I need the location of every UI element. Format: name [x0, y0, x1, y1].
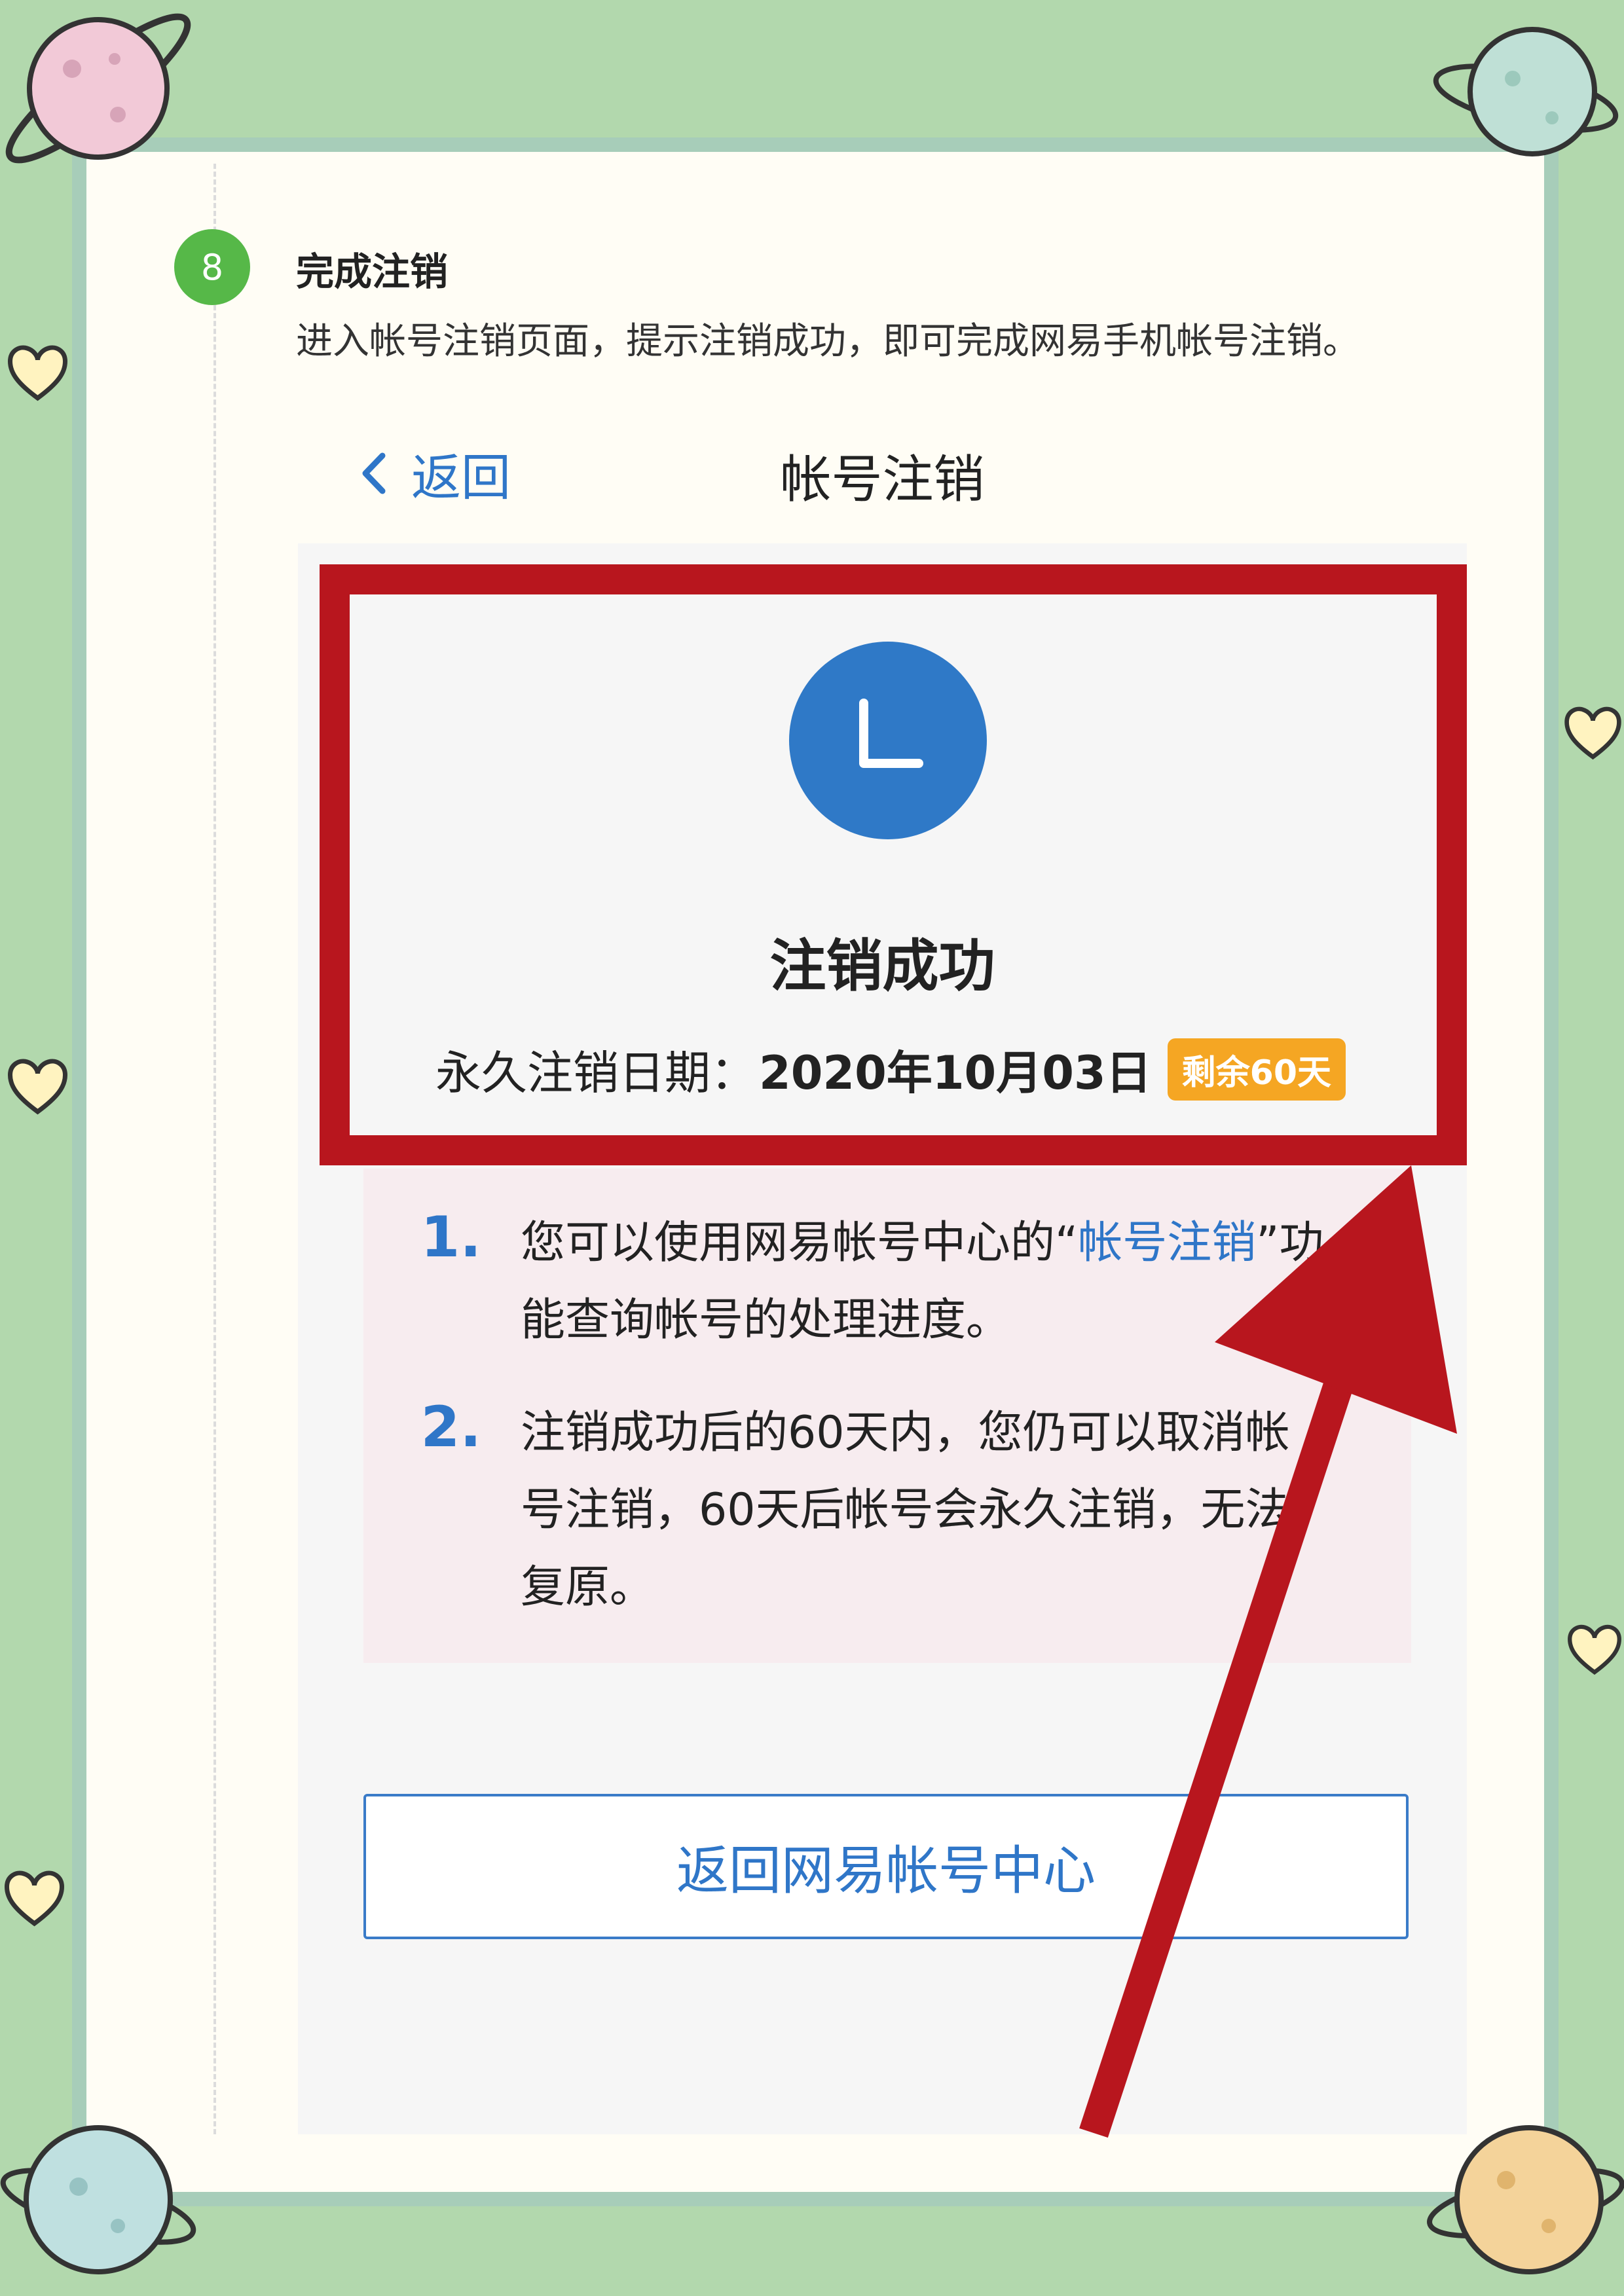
note-text-part: 您可以使用网易帐号中心的“	[521, 1217, 1079, 1269]
heart-decoration	[7, 1059, 68, 1115]
planet-decoration	[0, 2125, 196, 2274]
planet-decoration	[1427, 2125, 1624, 2274]
planet-decoration	[5, 13, 191, 164]
heart-decoration	[7, 345, 68, 401]
note-text: 注销成功后的60天内，您仍可以取消帐号注销，60天后帐号会永久注销，无法复原。	[521, 1407, 1290, 1613]
page-title: 帐号注销	[780, 450, 985, 509]
notes-panel: 1. 您可以使用网易帐号中心的“帐号注销”功能查询帐号的处理进度。 2. 注销成…	[363, 1169, 1411, 1663]
phone-header: 返回 帐号注销	[298, 380, 1467, 543]
days-remaining-badge: 剩余60天	[1167, 1038, 1346, 1101]
step-description: 进入帐号注销页面，提示注销成功，即可完成网易手机帐号注销。	[296, 320, 1359, 363]
step-title: 完成注销	[296, 249, 449, 294]
heart-decoration	[1564, 706, 1621, 760]
heart-decoration	[1568, 1624, 1621, 1675]
note-number: 2.	[420, 1394, 481, 1460]
step-number-badge: 8	[174, 229, 250, 305]
heart-decoration	[4, 1870, 65, 1927]
note-text: 您可以使用网易帐号中心的“帐号注销”功能查询帐号的处理进度。	[521, 1205, 1326, 1359]
permanent-deletion-date: 永久注销日期： 2020年10月03日 剩余60天	[435, 1036, 1346, 1102]
account-deletion-link[interactable]: 帐号注销	[1078, 1217, 1256, 1269]
planet-decoration	[1433, 27, 1619, 156]
note-number: 1.	[420, 1205, 481, 1270]
timeline-line	[213, 164, 216, 2134]
date-label: 永久注销日期：	[435, 1046, 756, 1100]
phone-screenshot: 返回 帐号注销 注销成功 永久注销日期： 2020年10月03日 剩余60天 1…	[298, 380, 1467, 2134]
date-value: 2020年10月03日	[759, 1046, 1152, 1100]
clock-icon	[789, 642, 987, 839]
return-account-center-button[interactable]: 返回网易帐号中心	[363, 1794, 1409, 1939]
success-title: 注销成功	[769, 934, 995, 999]
